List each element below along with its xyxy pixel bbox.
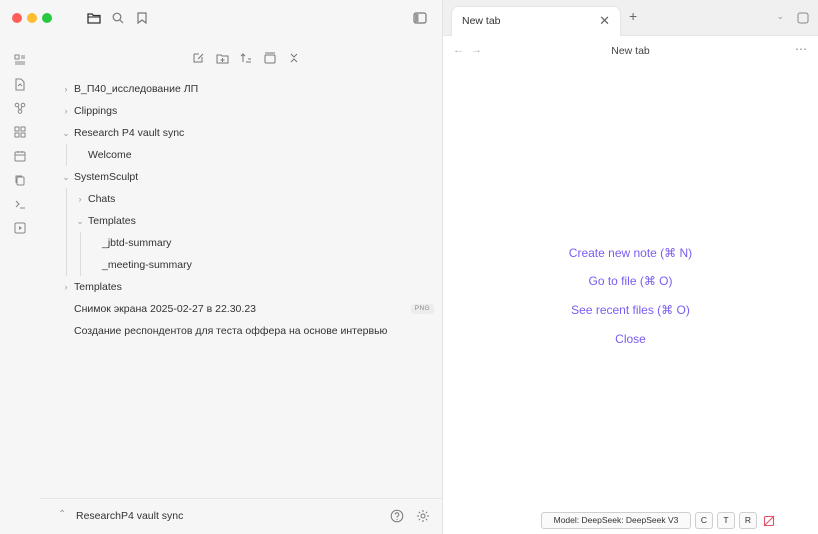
create-new-note-link[interactable]: Create new note (⌘ N) (443, 246, 818, 260)
search-icon[interactable] (108, 8, 128, 28)
ribbon (0, 36, 40, 534)
status-bar: Model: DeepSeek: DeepSeek V3 C T R (443, 506, 818, 534)
main-pane: New tab ✕ + ⌄ ← → New tab ⋯ Create new n… (443, 0, 818, 534)
chevron-down-icon[interactable]: ⌄ (60, 166, 72, 188)
tree-item-label: _jbtd-summary (102, 237, 172, 249)
bookmark-icon[interactable] (132, 8, 152, 28)
chevron-updown-icon[interactable]: ⌃ (58, 509, 66, 520)
blocks-icon[interactable] (10, 122, 30, 142)
tree-item-folder[interactable]: › Chats (40, 188, 442, 210)
more-options-icon[interactable]: ⋯ (795, 42, 808, 56)
tree-item-label: Снимок экрана 2025-02-27 в 22.30.23 (74, 303, 256, 315)
tree-item-label: Templates (88, 215, 136, 227)
status-r-button[interactable]: R (739, 512, 757, 529)
status-c-button[interactable]: C (695, 512, 713, 529)
sidebar-toggle-icon[interactable] (410, 8, 430, 28)
new-note-icon[interactable] (188, 48, 208, 68)
indent-guide (66, 210, 67, 232)
auto-reveal-icon[interactable] (260, 48, 280, 68)
sync-off-icon[interactable] (761, 513, 777, 529)
zoom-window-button[interactable] (42, 13, 52, 23)
indent-guide (66, 144, 67, 166)
tree-item-label: SystemSculpt (74, 171, 139, 183)
close-icon[interactable]: ✕ (599, 13, 610, 29)
tree-item-label: В_П40_исследование ЛП (74, 83, 199, 95)
sort-icon[interactable] (236, 48, 256, 68)
open-quick-switcher-icon[interactable] (10, 74, 30, 94)
file-type-badge: PNG (410, 304, 434, 314)
file-explorer: › В_П40_исследование ЛП › Clippings ⌄ Re… (40, 36, 442, 534)
tree-item-folder[interactable]: › Clippings (40, 100, 442, 122)
close-tab-link[interactable]: Close (443, 332, 818, 346)
left-sidebar: › В_П40_исследование ЛП › Clippings ⌄ Re… (0, 0, 443, 534)
chevron-right-icon[interactable]: › (60, 100, 72, 122)
slides-icon[interactable] (10, 218, 30, 238)
copy-icon[interactable] (10, 170, 30, 190)
indent-guide (80, 254, 81, 276)
calendar-icon[interactable] (10, 146, 30, 166)
indent-guide (66, 188, 67, 210)
tree-item-folder[interactable]: › В_П40_исследование ЛП (40, 78, 442, 100)
chevron-right-icon[interactable]: › (74, 188, 86, 210)
go-to-file-link[interactable]: Go to file (⌘ O) (443, 274, 818, 288)
help-icon[interactable] (388, 507, 406, 525)
view-header: ← → New tab ⋯ (443, 36, 818, 66)
tree-item-file[interactable]: Welcome (40, 144, 442, 166)
tree-item-file[interactable]: Создание респондентов для теста оффера н… (40, 320, 442, 342)
see-recent-files-link[interactable]: See recent files (⌘ O) (443, 303, 818, 317)
tree-item-label: Clippings (74, 105, 118, 117)
title-bar (0, 0, 443, 36)
view-title: New tab (611, 45, 650, 57)
chevron-down-icon[interactable]: ⌄ (60, 122, 72, 144)
tab-new-tab[interactable]: New tab ✕ (451, 6, 621, 36)
chevron-right-icon[interactable]: › (60, 276, 72, 298)
tree-item-label: Создание респондентов для теста оффера н… (74, 325, 388, 337)
terminal-icon[interactable] (10, 194, 30, 214)
chevron-down-icon[interactable]: ⌄ (74, 210, 86, 232)
chevron-down-icon[interactable]: ⌄ (776, 11, 784, 22)
status-t-button[interactable]: T (717, 512, 735, 529)
indent-guide (80, 232, 81, 254)
tree-item-folder[interactable]: ⌄ Research P4 vault sync (40, 122, 442, 144)
vault-name[interactable]: ResearchP4 vault sync (76, 510, 183, 522)
tree-item-file[interactable]: _meeting-summary (40, 254, 442, 276)
indent-guide (66, 232, 67, 254)
tree-item-label: Chats (88, 193, 116, 205)
explorer-toolbar (40, 48, 442, 70)
tree-item-label: Welcome (88, 149, 132, 161)
new-folder-icon[interactable] (212, 48, 232, 68)
new-tab-button[interactable]: + (629, 8, 637, 24)
tree-item-label: _meeting-summary (102, 259, 192, 271)
tab-bar: New tab ✕ + ⌄ (443, 0, 818, 36)
canvas-icon[interactable] (10, 50, 30, 70)
tree-item-file[interactable]: _jbtd-summary (40, 232, 442, 254)
graph-view-icon[interactable] (10, 98, 30, 118)
tree-item-folder[interactable]: › Templates (40, 276, 442, 298)
right-sidebar-toggle-icon[interactable] (794, 9, 812, 27)
files-icon[interactable] (84, 8, 104, 28)
tree-item-folder[interactable]: ⌄ SystemSculpt (40, 166, 442, 188)
tree-item-label: Research P4 vault sync (74, 127, 185, 139)
indent-guide (66, 254, 67, 276)
minimize-window-button[interactable] (27, 13, 37, 23)
tab-title: New tab (462, 15, 501, 27)
collapse-all-icon[interactable] (284, 48, 304, 68)
tree-item-file[interactable]: Снимок экрана 2025-02-27 в 22.30.23 PNG (40, 298, 442, 320)
vault-switcher[interactable]: ⌃ ResearchP4 vault sync (40, 498, 442, 534)
tree-item-folder[interactable]: ⌄ Templates (40, 210, 442, 232)
tree-item-label: Templates (74, 281, 122, 293)
model-selector[interactable]: Model: DeepSeek: DeepSeek V3 (541, 512, 691, 529)
close-window-button[interactable] (12, 13, 22, 23)
chevron-right-icon[interactable]: › (60, 78, 72, 100)
gear-icon[interactable] (414, 507, 432, 525)
